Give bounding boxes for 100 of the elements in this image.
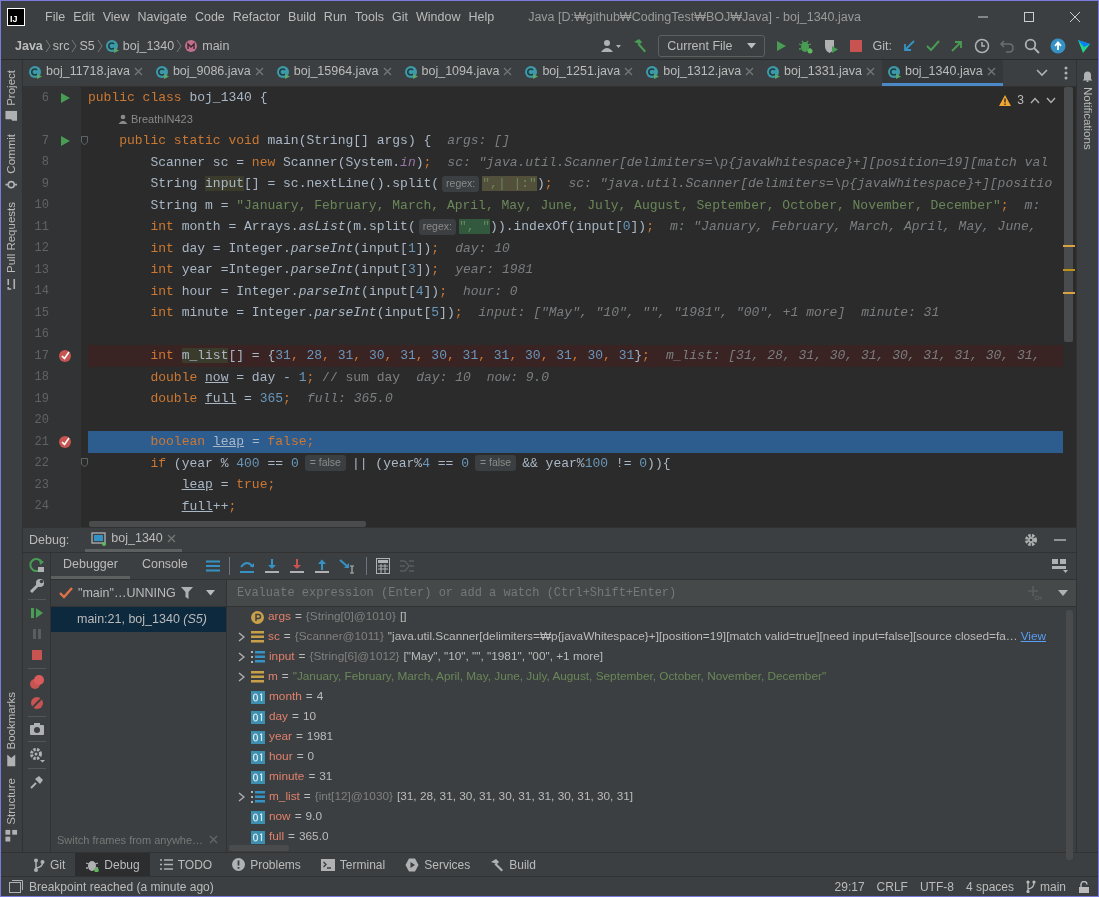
menu-item[interactable]: Help [464, 5, 499, 29]
warning-count[interactable]: 3 [1017, 91, 1024, 109]
menu-item[interactable]: Tools [350, 5, 388, 29]
breakpoint-icon[interactable] [58, 434, 72, 449]
expand-icon[interactable] [237, 632, 245, 642]
user-icon[interactable] [600, 39, 623, 53]
menu-icon[interactable] [205, 560, 220, 572]
menu-item[interactable]: File [41, 5, 70, 29]
session-tab[interactable]: boj_1340 [85, 528, 182, 552]
tool-window-tab[interactable]: Git [23, 853, 76, 876]
breakpoints-icon[interactable] [28, 674, 45, 690]
run-icon[interactable] [774, 40, 787, 52]
tool-window-tab[interactable]: Problems [222, 853, 311, 876]
file-tab[interactable]: boj_9086.java [149, 60, 271, 86]
lock-icon[interactable] [1078, 881, 1090, 894]
menu-item[interactable]: Run [319, 5, 351, 29]
status-item[interactable]: CRLF [876, 877, 908, 896]
breadcrumb[interactable]: S5 [77, 36, 97, 56]
menu-item[interactable]: Navigate [133, 5, 191, 29]
fold-icon[interactable] [81, 458, 88, 469]
fold-icon[interactable] [81, 135, 88, 146]
menu-item[interactable]: Window [411, 5, 465, 29]
menu-item[interactable]: Edit [69, 5, 99, 29]
tool-window-tab[interactable]: TODO [149, 853, 223, 876]
vertical-scrollbar[interactable] [1066, 610, 1073, 860]
menu-item[interactable]: View [98, 5, 134, 29]
menu-item[interactable]: Git [388, 5, 412, 29]
run-icon[interactable] [59, 134, 71, 147]
run-configuration-dropdown[interactable]: Current File [658, 35, 765, 57]
maximize-icon[interactable] [1023, 11, 1035, 23]
tool-window-tab[interactable]: Terminal [310, 853, 396, 876]
file-tab[interactable]: boj_11718.java [23, 60, 150, 86]
chevron-down-icon[interactable] [1036, 69, 1048, 77]
stack-frame[interactable]: main:21, boj_1340 (S5) [51, 607, 226, 632]
horizontal-scrollbar[interactable] [229, 845, 289, 851]
layout-icon[interactable] [1052, 559, 1068, 573]
tool-window-button[interactable]: Commit [2, 127, 21, 197]
caret-icon[interactable] [746, 43, 756, 49]
expand-icon[interactable] [237, 652, 245, 662]
tool-window-button[interactable]: Structure [2, 772, 21, 848]
caret-icon[interactable] [205, 590, 215, 597]
shield-run-icon[interactable] [822, 38, 839, 54]
breadcrumb[interactable]: main [182, 36, 232, 56]
run-icon[interactable] [59, 91, 71, 104]
file-tab[interactable]: boj_1251.java [519, 60, 641, 86]
camera-icon[interactable] [28, 722, 45, 736]
plugin-icon[interactable] [1076, 38, 1092, 54]
tool-window-button[interactable]: Project [2, 64, 21, 128]
menu-item[interactable]: Build [284, 5, 320, 29]
view-link[interactable]: View [1020, 628, 1046, 646]
file-tab[interactable]: boj_1331.java [761, 60, 882, 86]
tool-window-button[interactable]: Notifications [1077, 64, 1098, 156]
hammer-icon[interactable] [632, 38, 649, 54]
expand-icon[interactable] [237, 672, 245, 682]
horizontal-scrollbar[interactable] [89, 521, 366, 527]
panel-tab[interactable]: Debugger [51, 553, 130, 579]
status-item[interactable]: 29:17 [834, 877, 865, 896]
force-step-into-icon[interactable] [288, 558, 305, 574]
search-icon[interactable] [1024, 38, 1040, 54]
undo-icon[interactable] [1000, 39, 1014, 53]
file-tab[interactable]: boj_15964.java [270, 60, 399, 86]
close-icon[interactable] [986, 67, 996, 76]
resume-icon[interactable] [28, 605, 45, 621]
chevron-up-icon[interactable] [1030, 96, 1040, 104]
panel-icon[interactable] [9, 880, 23, 893]
panel-tab[interactable]: Console [129, 553, 200, 579]
step-into-icon[interactable] [263, 558, 280, 574]
tool-window-tab[interactable]: Services [395, 853, 481, 876]
wrench-icon[interactable] [28, 578, 45, 594]
mute-breakpoints-icon[interactable] [28, 695, 45, 711]
expand-icon[interactable] [237, 792, 245, 802]
warning-icon[interactable] [999, 94, 1012, 106]
rerun-icon[interactable] [28, 557, 45, 573]
run-to-cursor-icon[interactable] [338, 558, 357, 574]
arrow-icon[interactable] [950, 39, 964, 53]
menu-item[interactable]: Refactor [228, 5, 285, 29]
step-out-icon[interactable] [313, 558, 330, 574]
breadcrumb[interactable]: src [50, 36, 72, 56]
file-tab[interactable]: boj_1312.java [640, 60, 762, 86]
pin-icon[interactable] [28, 774, 45, 790]
breadcrumb[interactable]: Java [13, 36, 45, 56]
chevron-down-icon[interactable] [1046, 96, 1056, 104]
settings-icon[interactable] [1024, 533, 1038, 547]
upload-icon[interactable] [1050, 38, 1066, 54]
file-tab[interactable]: boj_1340.java [881, 60, 1003, 86]
branch-widget[interactable]: main [1026, 877, 1066, 896]
menu-item[interactable]: Code [190, 5, 229, 29]
calculator-icon[interactable] [375, 558, 390, 574]
vertical-scrollbar[interactable] [1064, 87, 1073, 342]
breadcrumb[interactable]: boj_1340 [102, 36, 177, 56]
more-icon[interactable] [1064, 66, 1068, 80]
status-item[interactable]: 4 spaces [965, 877, 1014, 896]
bug-icon[interactable] [796, 38, 813, 54]
tool-window-tab[interactable]: Build [480, 853, 546, 876]
checkmark-icon[interactable] [926, 39, 940, 53]
file-tab[interactable]: boj_1094.java [398, 60, 520, 86]
tool-window-button[interactable]: Bookmarks [2, 685, 21, 773]
breakpoint-icon[interactable] [58, 348, 72, 363]
status-item[interactable]: UTF-8 [919, 877, 954, 896]
caret-icon[interactable] [1058, 590, 1068, 597]
